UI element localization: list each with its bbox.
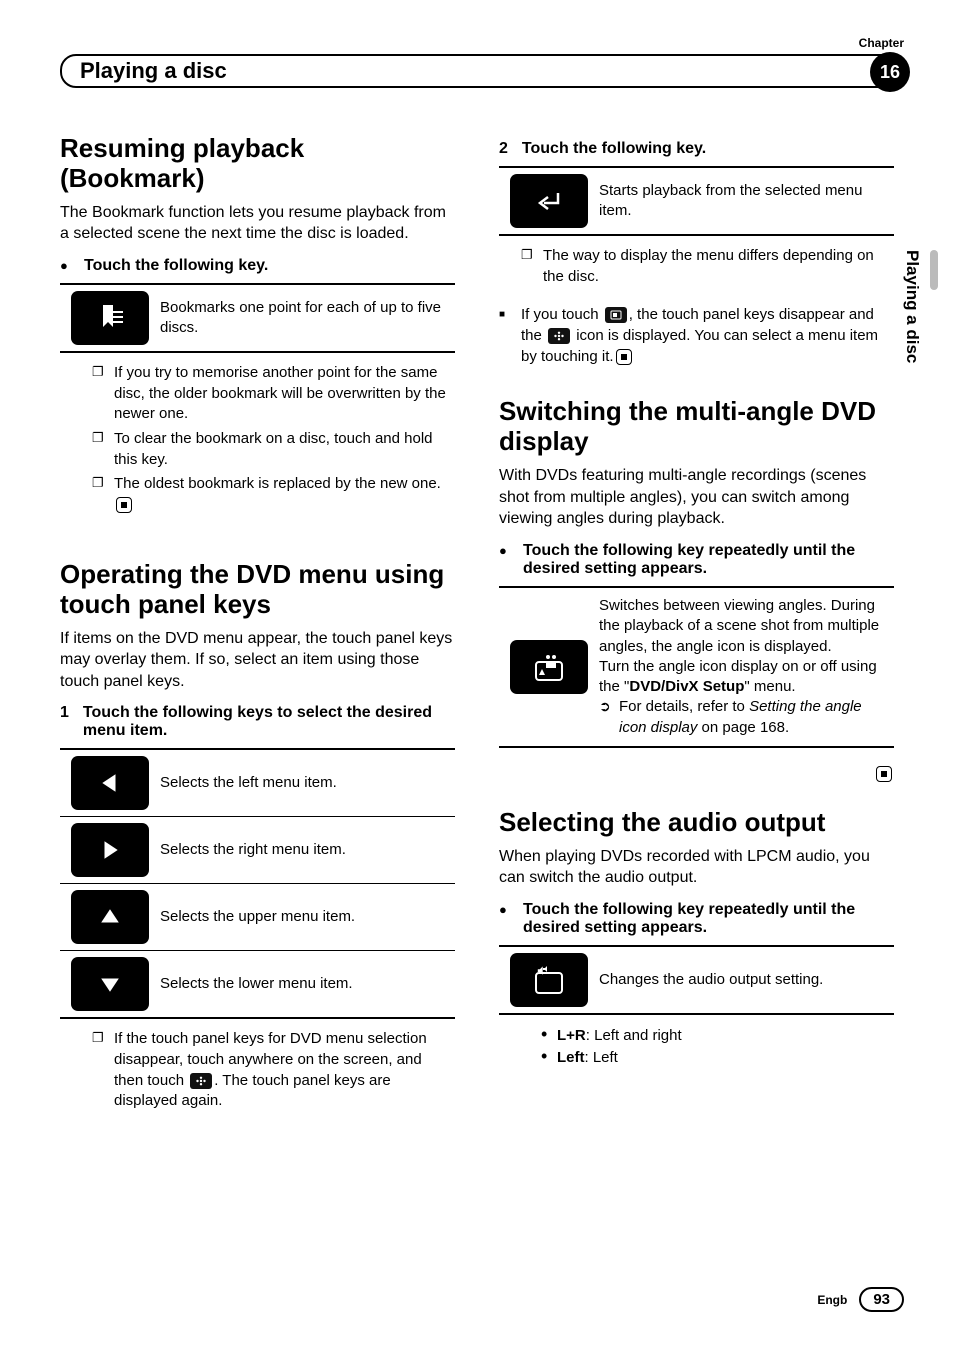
page-title: Playing a disc bbox=[80, 58, 227, 84]
audio-key-table: Changes the audio output setting. bbox=[499, 945, 894, 1015]
arrow-left-key bbox=[71, 756, 149, 810]
return-arrow-icon bbox=[534, 189, 564, 213]
audio-options: L+R: Left and right Left: Left bbox=[521, 1025, 894, 1070]
footer-page-number: 93 bbox=[859, 1287, 904, 1312]
enter-key-desc: Starts playback from the selected menu i… bbox=[599, 173, 894, 230]
arrow-right-key bbox=[71, 823, 149, 877]
dvdmenu-step2: 2 Touch the following key. bbox=[499, 140, 894, 158]
bookmark-intro: The Bookmark function lets you resume pl… bbox=[60, 202, 455, 245]
end-section-icon bbox=[116, 497, 132, 513]
arrow-up-icon bbox=[99, 906, 121, 928]
bookmark-key-desc: Bookmarks one point for each of up to fi… bbox=[160, 290, 455, 347]
hide-keys-icon bbox=[605, 307, 627, 323]
note: To clear the bookmark on a disc, touch a… bbox=[92, 429, 455, 470]
section-heading-audio: Selecting the audio output bbox=[499, 808, 894, 838]
multiangle-key-table: Switches between viewing angles. During … bbox=[499, 586, 894, 748]
speaker-icon bbox=[529, 964, 569, 996]
right-column: 2 Touch the following key. Starts playba… bbox=[499, 134, 894, 1130]
note: If the touch panel keys for DVD menu sel… bbox=[92, 1029, 455, 1112]
bookmark-key-table: Bookmarks one point for each of up to fi… bbox=[60, 283, 455, 353]
dvdmenu-key-table: Selects the left menu item. Selects the … bbox=[60, 748, 455, 1019]
note: The oldest bookmark is replaced by the n… bbox=[92, 474, 455, 515]
note: The way to display the menu differs depe… bbox=[521, 246, 894, 287]
side-tab-label: Playing a disc bbox=[902, 250, 922, 363]
chapter-label: Chapter bbox=[859, 36, 904, 50]
arrow-up-key bbox=[71, 890, 149, 944]
cross-ref: For details, refer to Setting the angle … bbox=[599, 697, 888, 738]
dvdmenu-intro: If items on the DVD menu appear, the tou… bbox=[60, 628, 455, 693]
bookmark-notes: If you try to memorise another point for… bbox=[60, 363, 455, 516]
chapter-header: Playing a disc 16 bbox=[60, 54, 904, 88]
bookmark-icon bbox=[93, 301, 127, 335]
end-section-icon bbox=[876, 766, 892, 782]
dpad-icon bbox=[548, 328, 570, 344]
key-desc: Selects the left menu item. bbox=[160, 765, 455, 801]
side-tab: Playing a disc bbox=[902, 250, 924, 450]
audio-key-desc: Changes the audio output setting. bbox=[599, 962, 894, 998]
bookmark-step: Touch the following key. bbox=[60, 257, 455, 275]
angle-key-desc: Switches between viewing angles. During … bbox=[599, 588, 894, 746]
left-column: Resuming playback (Bookmark) The Bookmar… bbox=[60, 134, 455, 1130]
audio-step: Touch the following key repeatedly until… bbox=[499, 901, 894, 937]
section-heading-multiangle: Switching the multi-angle DVD display bbox=[499, 397, 894, 457]
list-item: L+R: Left and right bbox=[541, 1025, 894, 1048]
enter-key-table: Starts playback from the selected menu i… bbox=[499, 166, 894, 236]
arrow-right-icon bbox=[99, 839, 121, 861]
arrow-down-icon bbox=[99, 973, 121, 995]
angle-icon bbox=[529, 651, 569, 683]
note: If you touch , the touch panel keys disa… bbox=[499, 305, 894, 367]
end-section-icon bbox=[616, 349, 632, 365]
step2-note2-wrap: If you touch , the touch panel keys disa… bbox=[499, 305, 894, 367]
bookmark-key-icon bbox=[71, 291, 149, 345]
chapter-number-badge: 16 bbox=[870, 52, 910, 92]
dvdmenu-step1: 1 Touch the following keys to select the… bbox=[60, 704, 455, 740]
angle-key bbox=[510, 640, 588, 694]
multiangle-intro: With DVDs featuring multi-angle recordin… bbox=[499, 465, 894, 530]
multiangle-step: Touch the following key repeatedly until… bbox=[499, 542, 894, 578]
audio-output-key bbox=[510, 953, 588, 1007]
key-desc: Selects the upper menu item. bbox=[160, 899, 455, 935]
enter-key bbox=[510, 174, 588, 228]
section-heading-bookmark: Resuming playback (Bookmark) bbox=[60, 134, 455, 194]
list-item: Left: Left bbox=[541, 1047, 894, 1070]
page-footer: Engb 93 bbox=[817, 1287, 904, 1312]
footer-lang: Engb bbox=[817, 1293, 847, 1307]
step2-notes: The way to display the menu differs depe… bbox=[499, 246, 894, 287]
touch-dpad-icon bbox=[190, 1073, 212, 1089]
section-heading-dvdmenu: Operating the DVD menu using touch panel… bbox=[60, 560, 455, 620]
key-desc: Selects the right menu item. bbox=[160, 832, 455, 868]
note: If you try to memorise another point for… bbox=[92, 363, 455, 425]
audio-intro: When playing DVDs recorded with LPCM aud… bbox=[499, 846, 894, 889]
key-desc: Selects the lower menu item. bbox=[160, 966, 455, 1002]
dvdmenu-notes: If the touch panel keys for DVD menu sel… bbox=[60, 1029, 455, 1112]
arrow-left-icon bbox=[99, 772, 121, 794]
arrow-down-key bbox=[71, 957, 149, 1011]
